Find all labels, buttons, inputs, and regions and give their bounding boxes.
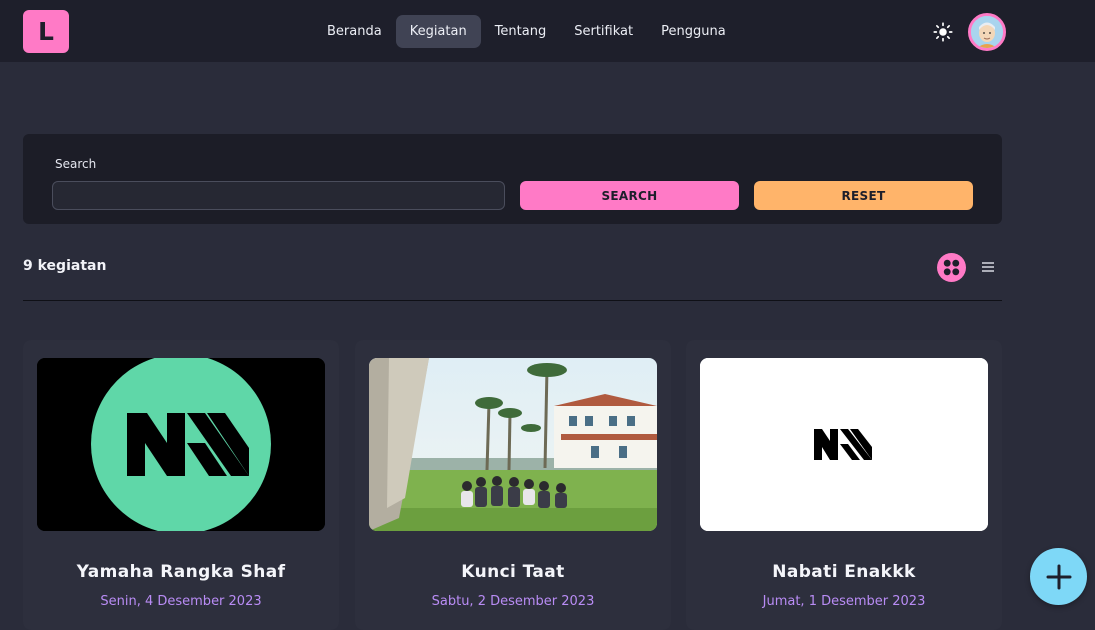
card-date: Senin, 4 Desember 2023: [100, 594, 262, 609]
nav-item-kegiatan[interactable]: Kegiatan: [395, 15, 481, 48]
card-image: [37, 358, 325, 531]
nav-item-beranda[interactable]: Beranda: [313, 15, 396, 48]
search-panel: Search SEARCH RESET: [23, 134, 1002, 224]
nav-item-tentang[interactable]: Tentang: [481, 15, 561, 48]
card-title: Kunci Taat: [461, 562, 565, 582]
white-logo-image: [700, 358, 988, 531]
reset-button[interactable]: RESET: [754, 181, 973, 210]
navbar: L Beranda Kegiatan Tentang Sertifikat Pe…: [0, 0, 1095, 62]
grid-view-icon: [943, 259, 960, 276]
nav-item-pengguna[interactable]: Pengguna: [647, 15, 740, 48]
nav-menu: Beranda Kegiatan Tentang Sertifikat Peng…: [313, 15, 740, 48]
user-avatar-icon: [971, 16, 1003, 48]
brand-logo[interactable]: L: [23, 10, 69, 53]
green-circle-logo-image: [37, 358, 325, 531]
grid-view-button[interactable]: [937, 253, 966, 282]
activity-card[interactable]: Nabati Enakkk Jumat, 1 Desember 2023: [686, 340, 1002, 630]
card-title: Nabati Enakkk: [772, 562, 916, 582]
search-label: Search: [55, 157, 97, 171]
list-view-icon: [982, 262, 994, 272]
activity-card[interactable]: Kunci Taat Sabtu, 2 Desember 2023: [355, 340, 671, 630]
card-date: Sabtu, 2 Desember 2023: [431, 594, 595, 609]
card-title: Yamaha Rangka Shaf: [76, 562, 286, 582]
list-view-button[interactable]: [979, 258, 997, 276]
card-date: Jumat, 1 Desember 2023: [762, 594, 926, 609]
card-image: [700, 358, 988, 531]
add-activity-button[interactable]: [1030, 548, 1087, 605]
card-image: [369, 358, 657, 531]
sun-icon: [933, 22, 953, 42]
avatar[interactable]: [968, 13, 1006, 51]
search-button[interactable]: SEARCH: [520, 181, 739, 210]
nav-item-sertifikat[interactable]: Sertifikat: [560, 15, 647, 48]
divider: [23, 300, 1002, 301]
activity-card[interactable]: Yamaha Rangka Shaf Senin, 4 Desember 202…: [23, 340, 339, 630]
search-input[interactable]: [52, 181, 505, 210]
theme-toggle-button[interactable]: [930, 19, 956, 45]
activity-count: 9 kegiatan: [23, 258, 107, 274]
campus-lawn-photo-image: [369, 358, 657, 531]
plus-icon: [1046, 564, 1071, 589]
